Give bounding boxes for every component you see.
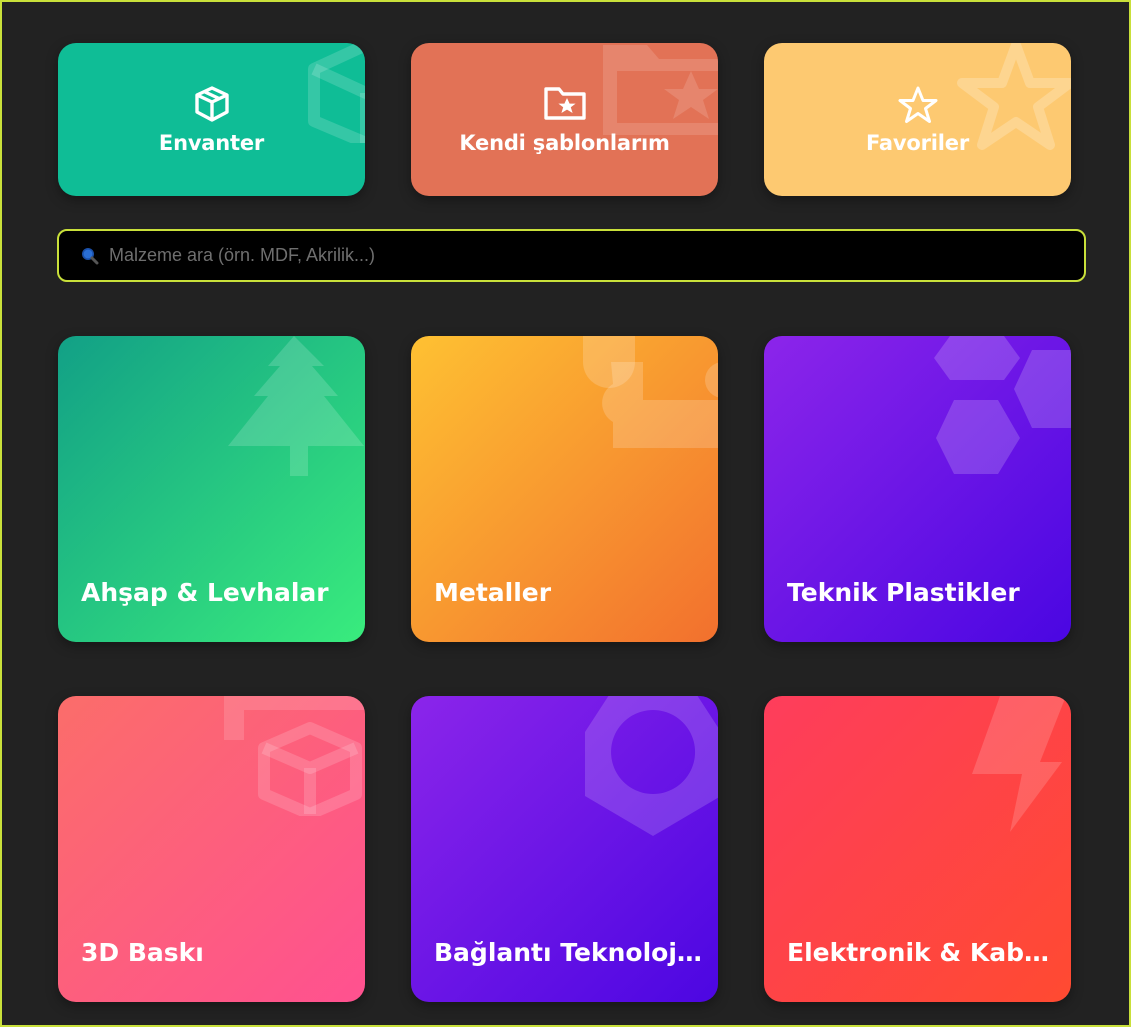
cube-icon xyxy=(224,696,365,816)
category-label: Metaller xyxy=(434,578,552,607)
search-icon xyxy=(82,247,99,264)
tree-icon xyxy=(228,336,364,476)
my-templates-button[interactable]: Kendi şablonlarım xyxy=(411,43,718,196)
inventory-button[interactable]: Envanter xyxy=(58,43,365,196)
category-label: Teknik Plastikler xyxy=(787,578,1020,607)
category-wood[interactable]: Ahşap & Levhalar xyxy=(58,336,365,642)
hexagons-icon xyxy=(934,336,1071,474)
category-metals[interactable]: Metaller xyxy=(411,336,718,642)
nut-icon xyxy=(585,696,718,836)
favorites-button[interactable]: Favoriler xyxy=(764,43,1071,196)
inventory-label: Envanter xyxy=(158,131,265,155)
category-electronics[interactable]: Elektronik & Kabl... xyxy=(764,696,1071,1002)
favorites-label: Favoriler xyxy=(866,131,969,155)
app-frame: Envanter Kendi şablonlarım Favoriler Mal… xyxy=(0,0,1131,1027)
box-icon xyxy=(58,85,365,123)
search-input[interactable] xyxy=(109,245,1059,266)
category-label: Bağlantı Teknoloji... xyxy=(434,938,702,967)
category-label: Ahşap & Levhalar xyxy=(81,578,329,607)
category-technical-plastics[interactable]: Teknik Plastikler xyxy=(764,336,1071,642)
star-icon xyxy=(764,85,1071,125)
folder-star-icon xyxy=(411,85,718,121)
category-3d-printing[interactable]: 3D Baskı xyxy=(58,696,365,1002)
category-label: 3D Baskı xyxy=(81,938,204,967)
category-fastening[interactable]: Bağlantı Teknoloji... xyxy=(411,696,718,1002)
my-templates-label: Kendi şablonlarım xyxy=(459,131,670,155)
lightning-icon xyxy=(972,696,1066,832)
category-label: Elektronik & Kabl... xyxy=(787,938,1055,967)
wrench-icon xyxy=(583,336,718,448)
search-bar[interactable] xyxy=(57,229,1086,282)
